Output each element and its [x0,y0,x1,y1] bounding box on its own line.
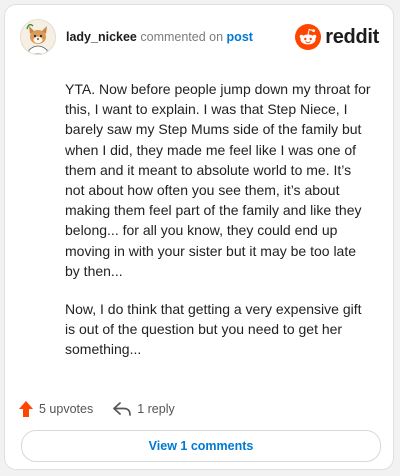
post-link[interactable]: post [227,30,253,44]
action-text: commented on [140,30,224,44]
comment-meta: lady_nickee commented on post [66,30,253,44]
comment-header: lady_nickee commented on post reddit [20,19,379,55]
avatar[interactable] [20,19,56,55]
replies-count: 1 reply [137,402,175,416]
comment-body: YTA. Now before people jump down my thro… [65,79,371,378]
comment-paragraph: YTA. Now before people jump down my thro… [65,81,371,279]
comment-footer: 5 upvotes 1 reply [19,399,175,419]
comment-card: lady_nickee commented on post reddit YTA… [4,4,394,470]
comment-paragraph: Now, I do think that getting a very expe… [65,301,362,358]
view-comments-button[interactable]: View 1 comments [21,430,381,462]
avatar-illustration-icon [21,20,55,54]
reddit-brand: reddit [295,24,379,50]
reddit-logo-icon [295,24,322,50]
reply-arrow-icon [113,402,132,416]
upvotes-count: 5 upvotes [39,402,94,416]
username[interactable]: lady_nickee [66,30,137,44]
reply-button[interactable]: 1 reply [113,402,175,416]
upvote-button[interactable]: 5 upvotes [19,401,93,417]
reddit-wordmark: reddit [325,25,379,48]
upvote-arrow-icon [19,401,33,417]
